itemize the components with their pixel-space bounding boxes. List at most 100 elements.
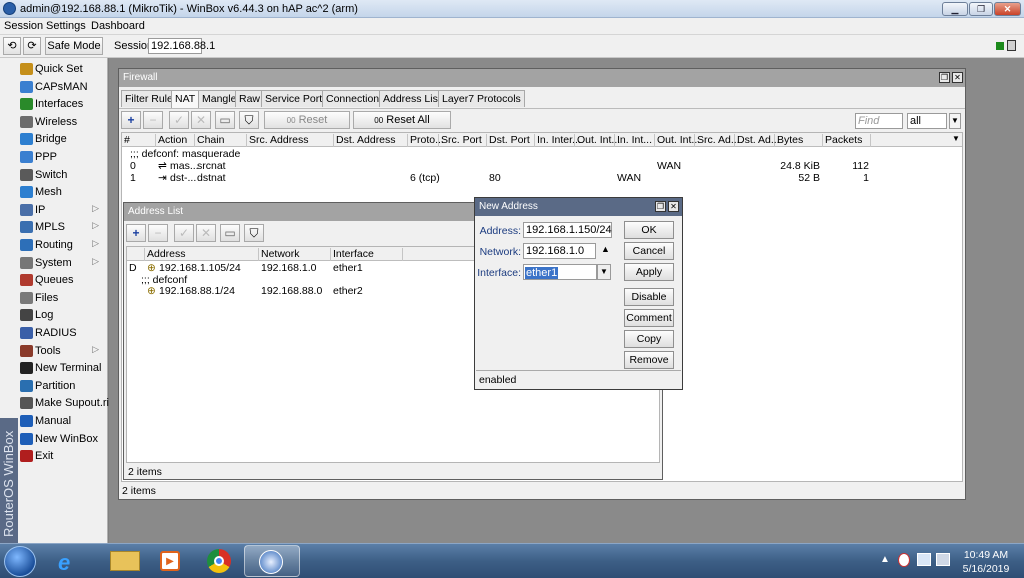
sidebar-item-switch[interactable]: Switch <box>18 167 107 184</box>
sidebar-item-exit[interactable]: Exit <box>18 448 107 465</box>
col-dst-address-list[interactable]: Dst. Ad... <box>735 134 780 147</box>
menu-settings[interactable]: Settings <box>46 20 86 32</box>
sidebar-item-capsman[interactable]: CAPsMAN <box>18 79 107 96</box>
session-field[interactable]: 192.168.88.1 <box>148 38 215 54</box>
col-src-port[interactable]: Src. Port <box>439 134 487 147</box>
disable-address-icon[interactable]: ✕ <box>196 224 216 242</box>
copy-button[interactable]: Copy <box>624 330 674 348</box>
disable-button[interactable]: Disable <box>624 288 674 306</box>
close-button[interactable]: ✕ <box>994 2 1021 16</box>
taskbar-media[interactable]: ▶ <box>142 545 198 577</box>
dialog-close-button[interactable]: ✕ <box>668 201 679 212</box>
address-filter-icon[interactable]: ⛉ <box>244 224 264 242</box>
sidebar-item-mpls[interactable]: MPLS ▷ <box>18 219 107 236</box>
address-input[interactable]: 192.168.1.150/24 <box>523 222 612 238</box>
table-row[interactable]: ⊕ 192.168.88.1/24 192.168.88.0 ether2 <box>127 285 467 297</box>
start-button[interactable] <box>4 546 36 577</box>
tab-service-ports[interactable]: Service Ports <box>261 90 332 107</box>
col-protocol[interactable]: Proto... <box>408 134 444 147</box>
col-network[interactable]: Network <box>259 248 331 261</box>
minimize-button[interactable]: ▁ <box>942 2 968 16</box>
sidebar-item-bridge[interactable]: Bridge <box>18 131 107 148</box>
sidebar-item-system[interactable]: System ▷ <box>18 255 107 272</box>
table-row[interactable]: D ⊕ 192.168.1.105/24 192.168.1.0 ether1 <box>127 262 467 274</box>
add-icon[interactable]: + <box>121 111 141 129</box>
sidebar-item-ip[interactable]: IP ▷ <box>18 202 107 219</box>
enable-address-icon[interactable]: ✓ <box>174 224 194 242</box>
col-in-interface-list[interactable]: In. Int... <box>615 134 655 147</box>
col-chain[interactable]: Chain <box>195 134 247 147</box>
redo-button[interactable]: ⟳ <box>23 37 41 55</box>
filter-icon[interactable]: ⛉ <box>239 111 259 129</box>
sidebar-item-log[interactable]: Log <box>18 307 107 324</box>
sidebar-item-queues[interactable]: Queues <box>18 272 107 289</box>
remove-icon[interactable]: − <box>143 111 163 129</box>
taskbar-winbox[interactable] <box>244 545 300 577</box>
comment-button[interactable]: Comment <box>624 309 674 327</box>
sidebar-item-files[interactable]: Files <box>18 290 107 307</box>
sidebar-item-interfaces[interactable]: Interfaces <box>18 96 107 113</box>
col-action[interactable]: Action <box>156 134 195 147</box>
sidebar-item-mesh[interactable]: Mesh <box>18 184 107 201</box>
sidebar-item-quick-set[interactable]: Quick Set <box>18 61 107 78</box>
col-src-address-list[interactable]: Src. Ad... <box>695 134 740 147</box>
tray-arrow-icon[interactable]: ▲ <box>880 554 890 565</box>
col-dst-address[interactable]: Dst. Address <box>334 134 408 147</box>
firewall-close-button[interactable]: ✕ <box>952 72 963 83</box>
sidebar-item-make-supout-rif[interactable]: Make Supout.rif <box>18 395 112 412</box>
table-row[interactable]: 0 ⇌ mas... srcnat WAN 24.8 KiB 112 <box>122 160 871 172</box>
sidebar-item-new-winbox[interactable]: New WinBox <box>18 431 107 448</box>
sidebar-item-new-terminal[interactable]: New Terminal <box>18 360 107 377</box>
clock[interactable]: 10:49 AM 5/16/2019 <box>956 549 1016 575</box>
ok-button[interactable]: OK <box>624 221 674 239</box>
undo-button[interactable]: ⟲ <box>3 37 21 55</box>
sidebar-item-manual[interactable]: Manual <box>18 413 107 430</box>
col-packets[interactable]: Packets <box>823 134 871 147</box>
tray-volume-icon[interactable] <box>936 553 950 566</box>
apply-button[interactable]: Apply <box>624 263 674 281</box>
tab-nat[interactable]: NAT <box>171 90 200 108</box>
col-num[interactable]: # <box>122 134 156 147</box>
find-input[interactable]: Find <box>855 113 903 129</box>
col-out-interface[interactable]: Out. Int... <box>575 134 620 147</box>
sidebar-item-partition[interactable]: Partition <box>18 378 107 395</box>
col-dst-port[interactable]: Dst. Port <box>487 134 535 147</box>
firewall-restore-button[interactable]: ❐ <box>939 72 950 83</box>
remove-address-icon[interactable]: − <box>148 224 168 242</box>
dialog-restore-button[interactable]: ❐ <box>655 201 666 212</box>
maximize-button[interactable]: ❐ <box>969 2 993 16</box>
col-out-interface-list[interactable]: Out. Int... <box>655 134 700 147</box>
remove-button[interactable]: Remove <box>624 351 674 369</box>
menu-dashboard[interactable]: Dashboard <box>91 20 145 32</box>
network-collapse-icon[interactable]: ▲ <box>601 244 610 254</box>
interface-dropdown-icon[interactable]: ▼ <box>597 264 611 280</box>
table-row[interactable]: 1 ⇥ dst-... dstnat 6 (tcp) 80 WAN 52 B 1 <box>122 172 871 184</box>
sidebar-item-routing[interactable]: Routing ▷ <box>18 237 107 254</box>
filter-dropdown-icon[interactable]: ▼ <box>949 113 961 129</box>
comment-icon[interactable]: ▭ <box>215 111 235 129</box>
sidebar-item-ppp[interactable]: PPP <box>18 149 107 166</box>
taskbar-ie[interactable]: e <box>42 545 98 577</box>
col-src-address[interactable]: Src. Address <box>247 134 334 147</box>
tray-flag-icon[interactable] <box>898 553 910 567</box>
tab-layer7-protocols[interactable]: Layer7 Protocols <box>438 90 525 107</box>
tab-raw[interactable]: Raw <box>235 90 265 107</box>
cancel-button[interactable]: Cancel <box>624 242 674 260</box>
col-address[interactable]: Address <box>145 248 259 261</box>
reset-counters-button[interactable]: 00 Reset Counters <box>264 111 350 143</box>
col-bytes[interactable]: Bytes <box>775 134 823 147</box>
sidebar-item-radius[interactable]: RADIUS <box>18 325 107 342</box>
interface-select[interactable]: ether1 <box>523 264 597 280</box>
sidebar-item-wireless[interactable]: Wireless <box>18 114 107 131</box>
columns-dropdown-icon[interactable]: ▼ <box>950 134 962 147</box>
reset-all-counters-button[interactable]: 00 Reset All Counters <box>353 111 451 143</box>
sidebar-item-tools[interactable]: Tools ▷ <box>18 343 107 360</box>
enable-icon[interactable]: ✓ <box>169 111 189 129</box>
menu-session[interactable]: Session <box>4 20 43 32</box>
taskbar-chrome[interactable] <box>192 545 248 577</box>
disable-icon[interactable]: ✕ <box>191 111 211 129</box>
add-address-icon[interactable]: + <box>126 224 146 242</box>
col-interface[interactable]: Interface <box>331 248 403 261</box>
safe-mode-button[interactable]: Safe Mode <box>45 37 103 55</box>
tray-network-icon[interactable] <box>917 553 931 566</box>
